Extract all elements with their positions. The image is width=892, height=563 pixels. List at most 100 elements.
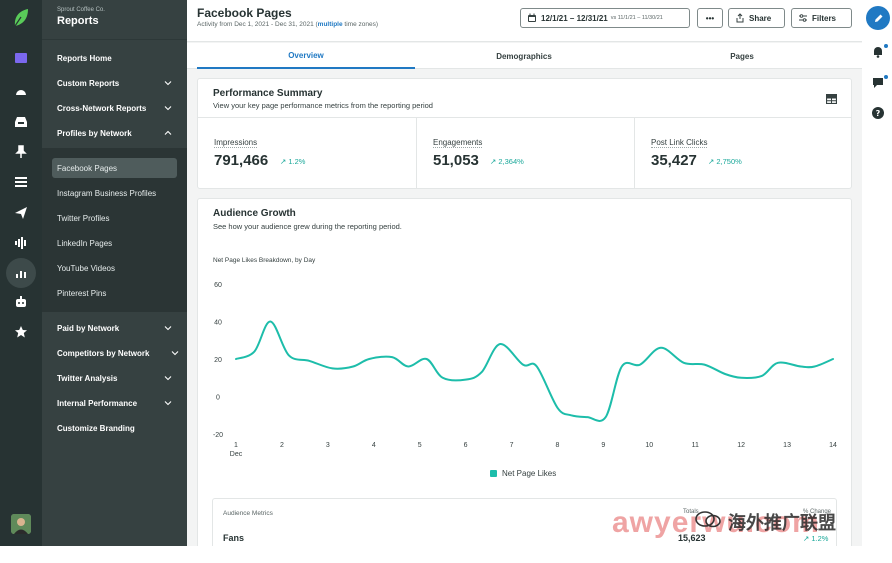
nav-item-internal-performance[interactable]: Internal Performance: [42, 393, 187, 413]
user-avatar[interactable]: [11, 514, 31, 534]
dashboard-icon[interactable]: [11, 82, 31, 102]
nav-subitem-label: Facebook Pages: [57, 163, 118, 173]
list-icon[interactable]: [11, 172, 31, 192]
date-compare-label: vs 11/1/21 – 11/30/21: [610, 15, 663, 21]
share-icon: [736, 13, 744, 23]
tab-overview[interactable]: Overview: [197, 43, 415, 69]
chevron-down-icon: [164, 326, 172, 331]
more-options-button[interactable]: •••: [697, 8, 723, 28]
legend-swatch: [490, 470, 497, 477]
chart-label: Net Page Likes Breakdown, by Day: [213, 257, 316, 264]
nav-subitem-label: Instagram Business Profiles: [57, 188, 157, 198]
tab-pages[interactable]: Pages: [633, 43, 851, 69]
notification-dot: [884, 44, 888, 48]
nav-subitem-label: LinkedIn Pages: [57, 238, 113, 248]
y-tick-label: 40: [214, 320, 222, 327]
y-tick-label: 60: [214, 282, 222, 289]
chevron-down-icon: [164, 81, 172, 86]
sprout-logo-icon[interactable]: [12, 8, 30, 28]
nav-item-label: Reports Home: [57, 53, 112, 63]
nav-item-profiles-by-network[interactable]: Profiles by Network: [42, 123, 187, 143]
nav-subitem-youtube-videos[interactable]: YouTube Videos: [42, 258, 187, 278]
nav-item-label: Custom Reports: [57, 78, 120, 88]
nav-subitem-label: YouTube Videos: [57, 263, 115, 273]
metric-label: Post Link Clicks: [651, 138, 708, 148]
nav-subitem-facebook-pages[interactable]: Facebook Pages: [52, 158, 177, 178]
chevron-down-icon: [171, 351, 179, 356]
main-content: Facebook Pages Activity from Dec 1, 2021…: [187, 0, 862, 546]
bell-icon[interactable]: [871, 45, 885, 59]
page-subtitle: Activity from Dec 1, 2021 - Dec 31, 2021…: [197, 21, 378, 28]
nav-item-reports-home[interactable]: Reports Home: [42, 48, 187, 68]
date-range-button[interactable]: 12/1/21 – 12/31/21 vs 11/1/21 – 11/30/21: [520, 8, 690, 28]
share-label: Share: [749, 13, 772, 23]
metric-value: 51,053: [433, 152, 479, 169]
chevron-down-icon: [164, 401, 172, 406]
nav-item-custom-reports[interactable]: Custom Reports: [42, 73, 187, 93]
x-tick-label: 7: [510, 442, 514, 449]
share-button[interactable]: Share: [728, 8, 785, 28]
nav-subitem-twitter-profiles[interactable]: Twitter Profiles: [42, 208, 187, 228]
nav-item-twitter-analysis[interactable]: Twitter Analysis: [42, 368, 187, 388]
multiple-time-zones-link[interactable]: multiple: [318, 21, 343, 28]
tab-demographics[interactable]: Demographics: [415, 43, 633, 69]
filters-label: Filters: [812, 13, 837, 23]
compose-button[interactable]: [866, 6, 890, 30]
feedback-dot: [884, 75, 888, 79]
pin-icon[interactable]: [11, 142, 31, 162]
inbox-icon[interactable]: [11, 112, 31, 132]
metric-delta: ↗ 1.2%: [280, 157, 306, 166]
nav-item-paid-by-network[interactable]: Paid by Network: [42, 318, 187, 338]
nav-item-customize-branding[interactable]: Customize Branding: [42, 418, 187, 438]
nav-subitem-instagram-business-profiles[interactable]: Instagram Business Profiles: [42, 183, 187, 203]
metric-impressions: Impressions 791,466 ↗ 1.2%: [198, 117, 416, 189]
audience-growth-title: Audience Growth: [213, 208, 296, 219]
metric-delta: ↗ 2,750%: [708, 157, 742, 166]
filters-button[interactable]: Filters: [791, 8, 852, 28]
y-tick-label: 0: [216, 395, 220, 402]
x-tick-label: 13: [783, 442, 791, 449]
audience-metrics-label: Audience Metrics: [223, 510, 273, 517]
table-view-icon[interactable]: [826, 94, 837, 104]
help-icon[interactable]: ?: [871, 106, 885, 120]
x-tick-label: 2: [280, 442, 284, 449]
folder-icon[interactable]: [11, 48, 31, 68]
filter-sliders-icon: [799, 14, 807, 22]
date-range-label: 12/1/21 – 12/31/21: [541, 13, 608, 23]
metric-value: 791,466: [214, 152, 269, 169]
nav-subitem-linkedin-pages[interactable]: LinkedIn Pages: [42, 233, 187, 253]
x-tick-label: 10: [645, 442, 653, 449]
svg-text:?: ?: [876, 109, 881, 118]
watermark-cn: 海外推广联盟: [728, 513, 836, 533]
nav-item-competitors-by-network[interactable]: Competitors by Network: [42, 343, 187, 363]
nav-subitem-pinterest-pins[interactable]: Pinterest Pins: [42, 283, 187, 303]
x-tick-label: 14: [829, 442, 837, 449]
x-tick-label: 12: [737, 442, 745, 449]
series-line-net-page-likes: [235, 320, 834, 422]
nav-item-label: Cross-Network Reports: [57, 103, 147, 113]
right-utility-rail: ?: [862, 0, 892, 546]
metric-post-link-clicks: Post Link Clicks 35,427 ↗ 2,750%: [634, 117, 852, 189]
metric-label: Impressions: [214, 138, 258, 148]
calendar-icon: [528, 13, 536, 22]
nav-title: Reports: [57, 15, 99, 27]
listening-icon[interactable]: [11, 233, 31, 253]
audience-growth-card: Audience Growth See how your audience gr…: [197, 198, 852, 546]
reports-bar-chart-icon[interactable]: [11, 263, 31, 283]
wechat-logo-icon: [695, 511, 721, 528]
audience-growth-subtitle: See how your audience grew during the re…: [213, 222, 402, 231]
metric-delta: ↗ 2,364%: [490, 157, 524, 166]
subtitle-text: Activity from Dec 1, 2021 - Dec 31, 2021…: [197, 21, 318, 28]
bot-icon[interactable]: [11, 292, 31, 312]
fans-row-label: Fans: [223, 533, 245, 543]
more-options-label: •••: [705, 13, 715, 23]
report-tabs: Overview Demographics Pages: [187, 43, 862, 69]
x-tick-label: 11: [692, 442, 699, 449]
chart-legend[interactable]: Net Page Likes: [490, 469, 556, 478]
send-icon[interactable]: [11, 203, 31, 223]
y-tick-label: 20: [214, 357, 222, 364]
net-page-likes-chart: 6040200-20 1 2 3 4 5 6 7 8 9 10 11 12 13 14Dec: [213, 282, 837, 458]
nav-item-cross-network-reports[interactable]: Cross-Network Reports: [42, 98, 187, 118]
feedback-chat-icon[interactable]: [871, 76, 885, 90]
star-icon[interactable]: [11, 322, 31, 342]
